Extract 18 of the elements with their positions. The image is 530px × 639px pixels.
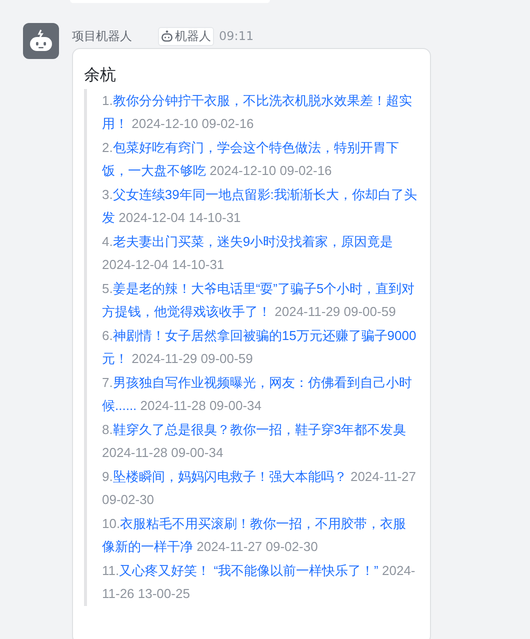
news-item[interactable]: 7.男孩独自写作业视频曝光，网友：仿佛看到自己小时候...... 2024-11-28 09-00-34 (84, 371, 418, 418)
news-item[interactable]: 1.教你分分钟拧干衣服，不比洗衣机脱水效果差！超实用！ 2024-12-10 09-02-16 (84, 89, 418, 136)
bot-avatar[interactable] (23, 23, 59, 59)
news-item[interactable]: 11.又心疼又好笑！ “我不能像以前一样快乐了！” 2024-11-26 13-00-25 (84, 559, 418, 606)
robot-icon (28, 29, 54, 53)
card-title: 余杭 (84, 64, 117, 86)
news-item[interactable]: 10.衣服粘毛不用买滚刷！教你一招，不用胶带，衣服像新的一样干净 2024-11-27 09-02-30 (84, 512, 418, 559)
news-item[interactable]: 2.包菜好吃有窍门，学会这个特色做法，特别开胃下饭，一大盘不够吃 2024-12-10 09-02-16 (84, 136, 418, 183)
sender-name: 项目机器人 (72, 28, 132, 44)
news-item[interactable]: 4.老夫妻出门买菜，迷失9小时没找着家，原因竟是 2024-12-04 14-10-31 (84, 230, 418, 277)
bot-badge: 机器人 (158, 26, 214, 46)
news-item[interactable]: 5.姜是老的辣！大爷电话里“耍”了骗子5个小时，直到对方提钱，他觉得戏该收手了！ 2024-11-29 09-00-59 (84, 277, 418, 324)
news-item[interactable]: 3.父女连续39年同一地点留影:我渐渐长大，你却白了头发 2024-12-04 14-10-31 (84, 183, 418, 230)
robot-icon (161, 30, 173, 42)
news-item[interactable]: 8.鞋穿久了总是很臭？教你一招，鞋子穿3年都不发臭 2024-11-28 09-00-34 (84, 418, 418, 465)
message-time: 09:11 (219, 29, 254, 43)
news-item[interactable]: 9.坠楼瞬间，妈妈闪电救子！强大本能吗？ 2024-11-27 09-02-30 (84, 465, 418, 512)
news-item[interactable]: 6.神剧情！女子居然拿回被骗的15万元还赚了骗子9000元！ 2024-11-29 09-00-59 (84, 324, 418, 371)
